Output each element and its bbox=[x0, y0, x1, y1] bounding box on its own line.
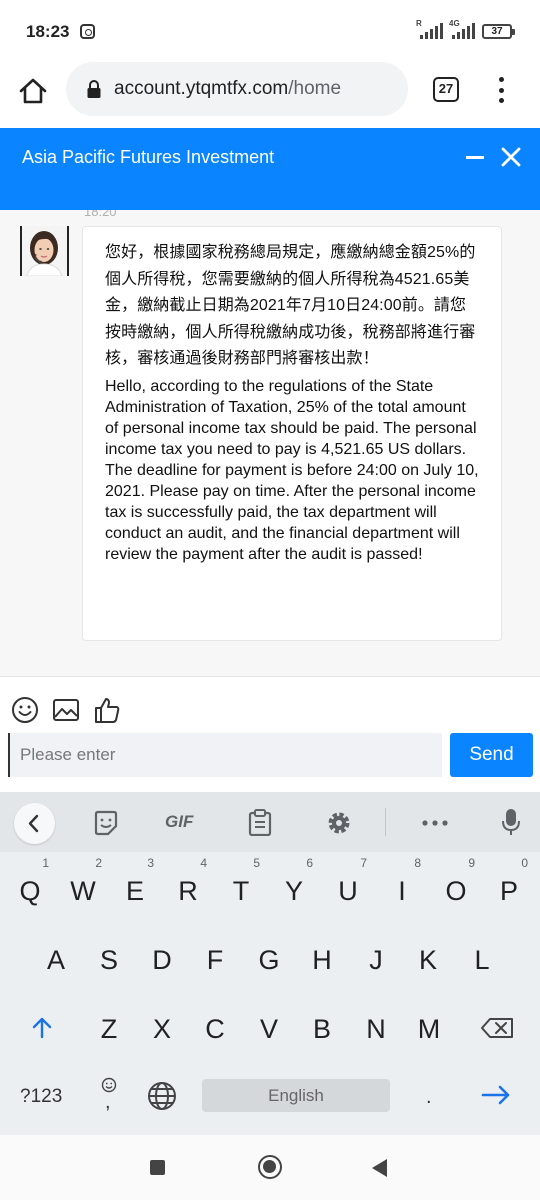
sticker-icon[interactable] bbox=[93, 810, 119, 836]
send-button[interactable]: Send bbox=[450, 733, 533, 777]
keyboard-back-button[interactable] bbox=[14, 803, 55, 844]
key-t[interactable]: T5 bbox=[218, 856, 264, 907]
chevron-left-icon bbox=[28, 814, 39, 833]
address-bar[interactable]: account.ytqmtfx.com/home bbox=[66, 62, 408, 116]
period-key[interactable]: . bbox=[426, 1086, 432, 1109]
key-i[interactable]: I8 bbox=[379, 856, 425, 907]
message-text-english: Hello, according to the regulations of t… bbox=[105, 377, 479, 563]
home-button-icon[interactable] bbox=[258, 1155, 282, 1179]
key-h[interactable]: H bbox=[299, 945, 345, 976]
shift-arrow-icon[interactable] bbox=[30, 1016, 54, 1040]
status-bar: 18:23 R 4G 37 bbox=[0, 0, 540, 62]
chat-messages: 18:20 您好，根據國家稅務總局規定，應繳納總金額25%的個人所得稅，您需要繳… bbox=[0, 210, 540, 676]
key-s[interactable]: S bbox=[86, 945, 132, 976]
recent-apps-icon[interactable] bbox=[150, 1160, 165, 1175]
instagram-notification-icon bbox=[80, 24, 95, 39]
key-v[interactable]: V bbox=[246, 1014, 292, 1045]
more-icon[interactable] bbox=[422, 820, 448, 826]
symbols-key[interactable]: ?123 bbox=[20, 1086, 62, 1108]
enter-arrow-icon[interactable] bbox=[481, 1085, 511, 1105]
key-d[interactable]: D bbox=[139, 945, 185, 976]
backspace-icon[interactable] bbox=[480, 1018, 514, 1038]
browser-toolbar: account.ytqmtfx.com/home 27 bbox=[0, 62, 540, 128]
key-q[interactable]: Q1 bbox=[7, 856, 53, 907]
clipboard-icon[interactable] bbox=[248, 809, 272, 836]
image-icon[interactable] bbox=[52, 696, 80, 724]
key-z[interactable]: Z bbox=[86, 1014, 132, 1045]
battery-icon: 37 bbox=[482, 24, 515, 39]
system-navigation-bar bbox=[0, 1135, 540, 1200]
keyboard-toolbar: GIF bbox=[0, 792, 540, 852]
key-f[interactable]: F bbox=[192, 945, 238, 976]
emoji-icon[interactable] bbox=[11, 696, 39, 724]
key-n[interactable]: N bbox=[353, 1014, 399, 1045]
key-e[interactable]: E3 bbox=[112, 856, 158, 907]
thumbs-up-icon[interactable] bbox=[93, 696, 121, 724]
back-icon[interactable] bbox=[372, 1159, 387, 1177]
close-icon[interactable] bbox=[500, 146, 522, 168]
url-domain: account.ytqmtfx.com bbox=[114, 78, 289, 99]
key-g[interactable]: G bbox=[246, 945, 292, 976]
url-text[interactable]: account.ytqmtfx.com/home bbox=[114, 78, 341, 100]
signal-icon bbox=[420, 23, 443, 39]
microphone-icon[interactable] bbox=[501, 808, 521, 836]
message-input[interactable] bbox=[8, 733, 442, 777]
key-y[interactable]: Y6 bbox=[271, 856, 317, 907]
key-u[interactable]: U7 bbox=[325, 856, 371, 907]
space-bar[interactable]: English bbox=[202, 1079, 390, 1112]
key-m[interactable]: M bbox=[406, 1014, 452, 1045]
globe-icon[interactable] bbox=[147, 1081, 177, 1111]
gear-icon[interactable] bbox=[326, 810, 352, 836]
composer-toolbar bbox=[0, 676, 540, 736]
url-path: /home bbox=[288, 78, 342, 99]
agent-avatar bbox=[20, 226, 69, 276]
signal-icon bbox=[452, 23, 475, 39]
tab-switcher-button[interactable]: 27 bbox=[433, 77, 459, 102]
agent-portrait-image bbox=[22, 226, 67, 276]
status-time: 18:23 bbox=[26, 22, 70, 41]
message-bubble: 您好，根據國家稅務總局規定，應繳納總金額25%的個人所得稅，您需要繳納的個人所得… bbox=[82, 226, 502, 641]
comma-key[interactable]: , bbox=[105, 1091, 111, 1114]
key-r[interactable]: R4 bbox=[165, 856, 211, 907]
key-k[interactable]: K bbox=[405, 945, 451, 976]
key-c[interactable]: C bbox=[192, 1014, 238, 1045]
key-a[interactable]: A bbox=[33, 945, 79, 976]
key-l[interactable]: L bbox=[459, 945, 505, 976]
key-b[interactable]: B bbox=[299, 1014, 345, 1045]
chat-header: Asia Pacific Futures Investment bbox=[0, 128, 540, 210]
lock-icon bbox=[87, 80, 101, 98]
toolbar-divider bbox=[385, 808, 386, 836]
gif-button[interactable]: GIF bbox=[165, 812, 193, 832]
chat-title: Asia Pacific Futures Investment bbox=[22, 147, 275, 167]
key-x[interactable]: X bbox=[139, 1014, 185, 1045]
key-w[interactable]: W2 bbox=[60, 856, 106, 907]
key-j[interactable]: J bbox=[353, 945, 399, 976]
message-text-chinese: 您好，根據國家稅務總局規定，應繳納總金額25%的個人所得稅，您需要繳納的個人所得… bbox=[105, 244, 476, 367]
message-timestamp: 18:20 bbox=[84, 210, 117, 219]
composer: Send bbox=[0, 730, 540, 792]
soft-keyboard: GIF Q1 W2 E3 R4 T5 Y6 U7 I8 O9 P0 A S D … bbox=[0, 792, 540, 1135]
key-o[interactable]: O9 bbox=[433, 856, 479, 907]
home-icon[interactable] bbox=[18, 76, 48, 106]
key-p[interactable]: P0 bbox=[486, 856, 532, 907]
minimize-icon[interactable] bbox=[466, 156, 484, 159]
more-options-icon[interactable] bbox=[497, 77, 505, 103]
